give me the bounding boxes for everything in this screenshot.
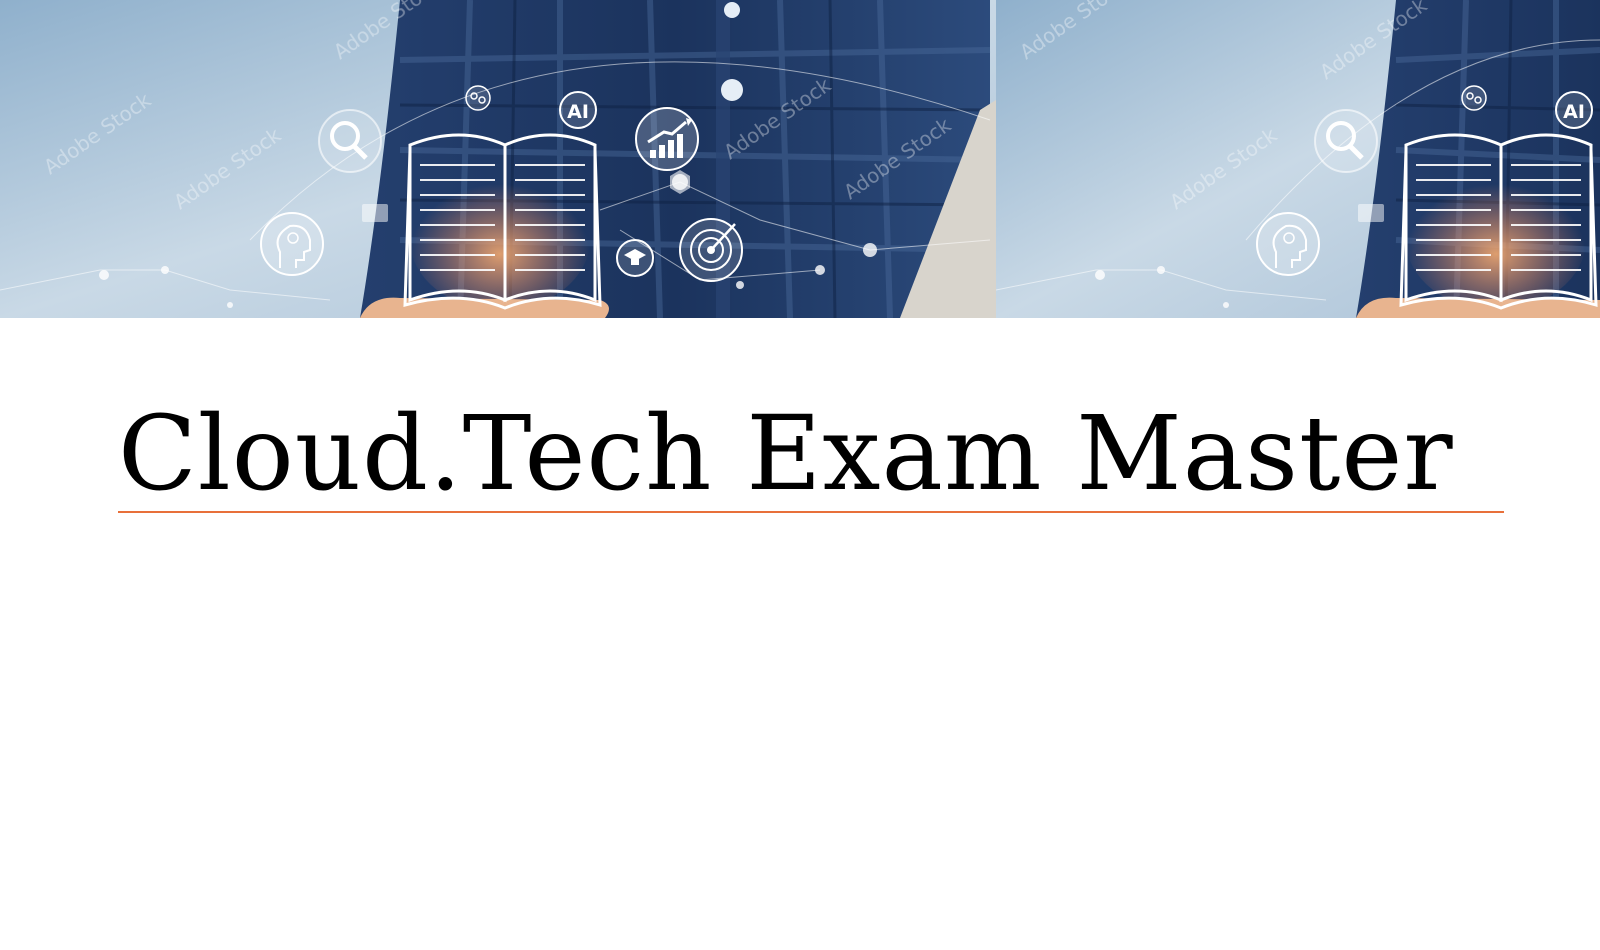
gears-icon xyxy=(465,85,491,111)
banner-image-left: AI Adobe Stock Adobe Stock Adobe Stock A… xyxy=(0,0,996,318)
growth-chart-icon xyxy=(635,107,699,171)
head-gear-icon xyxy=(1256,212,1320,276)
page-title: Cloud.Tech Exam Master xyxy=(118,394,1454,514)
title-container: Cloud.Tech Exam Master xyxy=(118,395,1504,513)
svg-text:AI: AI xyxy=(567,101,589,123)
ai-icon: AI xyxy=(1555,91,1593,129)
ai-icon: AI xyxy=(559,91,597,129)
graduation-cap-icon xyxy=(616,239,654,277)
banner-image-right: AI Adobe Stock Adobe Stock Adobe Stock xyxy=(996,0,1600,318)
search-icon xyxy=(1314,109,1378,173)
header-banner: AI Adobe Stock Adobe Stock Adobe Stock A… xyxy=(0,0,1600,318)
svg-text:AI: AI xyxy=(1563,101,1585,123)
gears-icon xyxy=(1461,85,1487,111)
title-underline xyxy=(118,511,1504,513)
target-icon xyxy=(679,218,743,282)
search-icon xyxy=(318,109,382,173)
head-gear-icon xyxy=(260,212,324,276)
